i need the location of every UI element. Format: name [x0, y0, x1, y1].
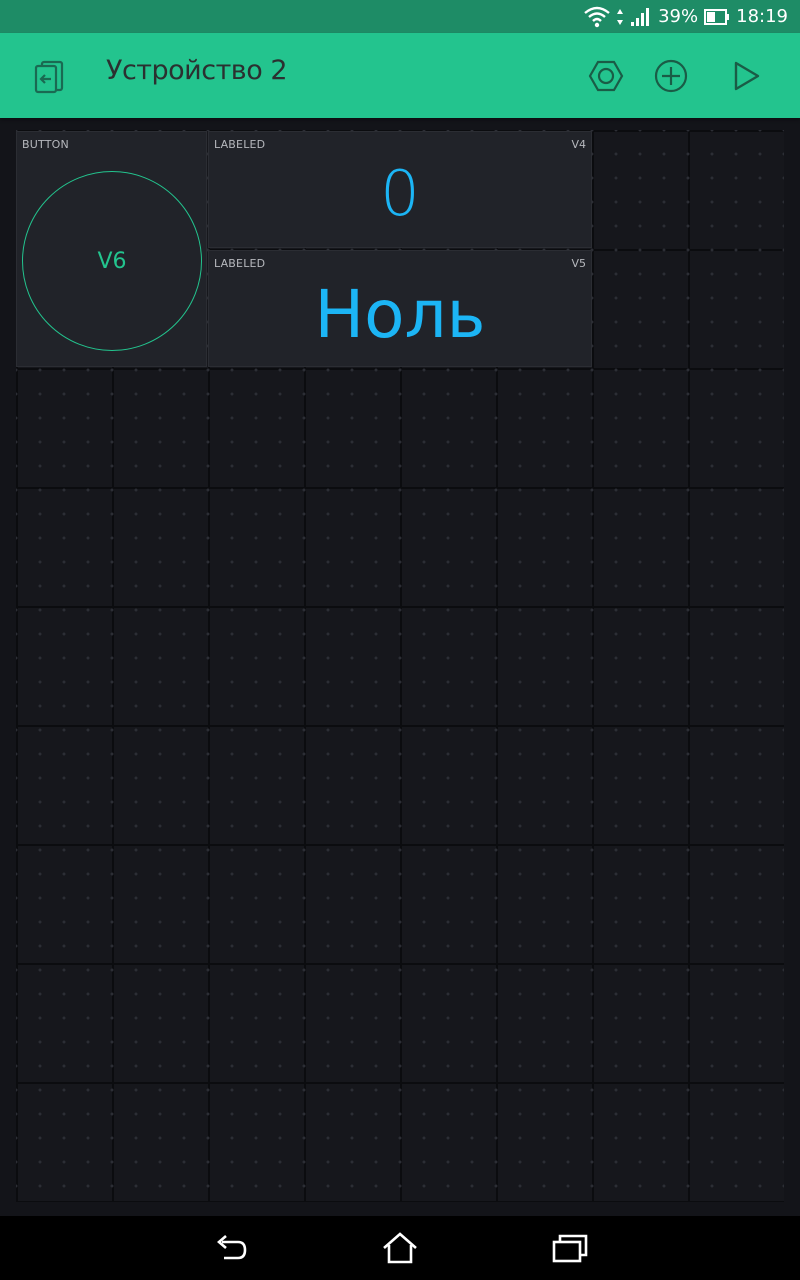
- back-icon: [217, 1235, 247, 1260]
- project-settings-button[interactable]: [584, 54, 628, 98]
- button-widget[interactable]: BUTTON V6: [16, 131, 207, 367]
- widget-value: 0: [380, 157, 420, 230]
- signal-icon: [630, 7, 652, 27]
- devices-back-button[interactable]: [26, 57, 72, 97]
- battery-icon: [704, 8, 730, 26]
- widget-label: LABELED: [214, 257, 266, 270]
- status-icons: 39% 18:19: [584, 0, 788, 33]
- add-widget-icon: [654, 59, 688, 93]
- widget-pin: V5: [571, 257, 586, 270]
- app-bar: Устройство 2: [0, 33, 800, 118]
- labeled-value-widget-v5[interactable]: LABELED V5 Ноль: [208, 250, 592, 367]
- play-icon: [734, 61, 760, 91]
- page-title: Устройство 2: [106, 55, 288, 86]
- navigation-bar: [0, 1216, 800, 1280]
- widget-button-control[interactable]: V6: [22, 171, 202, 351]
- labeled-value-widget-v4[interactable]: LABELED V4 0: [208, 131, 592, 248]
- clock: 18:19: [736, 6, 788, 27]
- widget-value: Ноль: [314, 276, 486, 353]
- project-settings-icon: [588, 60, 624, 92]
- home-icon: [383, 1232, 417, 1264]
- battery-percent: 39%: [658, 6, 699, 27]
- recent-apps-button[interactable]: [550, 1230, 590, 1266]
- button-pin-label: V6: [97, 248, 127, 274]
- play-button[interactable]: [724, 54, 768, 98]
- device-back-icon: [34, 60, 64, 94]
- wifi-icon: [584, 6, 610, 28]
- widget-label: LABELED: [214, 138, 266, 151]
- back-button[interactable]: [210, 1230, 250, 1266]
- recent-apps-icon: [552, 1234, 588, 1263]
- widget-pin: V4: [571, 138, 586, 151]
- data-activity-icon: [616, 8, 624, 26]
- add-widget-button[interactable]: [649, 54, 693, 98]
- status-bar: 39% 18:19: [0, 0, 800, 33]
- widget-label: BUTTON: [22, 138, 69, 151]
- home-button[interactable]: [380, 1230, 420, 1266]
